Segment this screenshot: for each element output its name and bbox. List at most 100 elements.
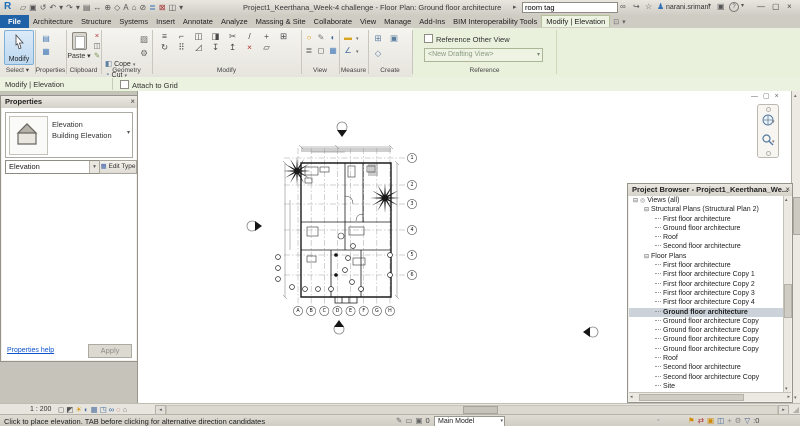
scroll-down-icon[interactable]: ▾ [794, 394, 797, 402]
select-by-face-icon[interactable]: ⚙ [735, 416, 742, 426]
thin-lines-toggle-icon[interactable]: ≣ [303, 44, 315, 57]
favorites-icon[interactable]: ☆ [645, 2, 652, 11]
browser-node[interactable]: First floor architecture [629, 261, 784, 270]
checkbox-box[interactable] [424, 34, 433, 43]
demolish-icon[interactable]: ⚙ [138, 46, 150, 60]
delete-element-icon[interactable]: × [241, 42, 258, 53]
properties-help-link[interactable]: Properties help [7, 347, 54, 354]
match-type-icon[interactable]: ✎ [92, 51, 102, 61]
browser-node[interactable]: First floor architecture Copy 4 [629, 298, 784, 307]
pin-icon[interactable]: ↧ [207, 42, 224, 53]
mirror-pick-axis-icon[interactable]: ◫ [190, 31, 207, 42]
filter-combo[interactable]: Elevation ▾ [5, 160, 100, 174]
switch-windows-icon[interactable]: ◫ [169, 1, 177, 14]
elevation-marker-top[interactable] [336, 121, 348, 137]
help-caret-icon[interactable]: ▾ [741, 2, 744, 9]
browser-node[interactable]: Ground floor architecture Copy [629, 345, 784, 354]
geometry-tool-cope[interactable]: ◧ Cope ▾ [105, 59, 135, 69]
geometry-side-icons[interactable]: ▨ ⚙ [138, 32, 150, 60]
view-scale[interactable]: 1 : 200 [30, 406, 51, 413]
browser-node[interactable]: First floor architecture Copy 1 [629, 270, 784, 279]
search-input[interactable] [522, 2, 618, 13]
mirror-draw-axis-icon[interactable]: ◨ [207, 31, 224, 42]
aligned-dimension-icon[interactable]: ⊕ [104, 1, 111, 14]
sync-icon[interactable]: ↺ [40, 1, 47, 14]
scroll-up-icon[interactable]: ▴ [794, 92, 797, 100]
elevation-marker-right[interactable] [583, 326, 599, 338]
type-selector[interactable]: Elevation Building Elevation ▾ [5, 112, 133, 158]
rotate-icon[interactable]: ↻ [156, 42, 173, 53]
tab-manage[interactable]: Manage [380, 15, 415, 28]
tab-collaborate[interactable]: Collaborate [310, 15, 356, 28]
copy-to-clipboard-icon[interactable]: ◫ [92, 41, 102, 51]
clipboard-small-icons[interactable]: × ◫ ✎ [92, 31, 102, 61]
user-caret-icon[interactable]: ▾ [708, 2, 711, 9]
zoom-caret-icon[interactable]: ▾ [772, 139, 775, 145]
section-icon[interactable]: ⊘ [139, 1, 146, 14]
search-icon[interactable]: ∞ [620, 2, 626, 11]
tab-file[interactable]: File [0, 15, 29, 28]
tab-architecture[interactable]: Architecture [29, 15, 77, 28]
measure-icon[interactable]: ↔ [93, 1, 101, 14]
browser-node[interactable]: Second floor architecture Copy [629, 373, 784, 382]
close-icon[interactable]: × [130, 96, 135, 108]
resize-grip[interactable]: ◢ [793, 405, 799, 414]
type-selector-caret-icon[interactable]: ▾ [127, 129, 130, 136]
user-name[interactable]: narani.srimani [666, 4, 710, 11]
browser-vertical-scrollbar[interactable]: ▴ ▾ [783, 196, 792, 393]
wheel-caret-icon[interactable]: ▾ [772, 119, 775, 125]
select-pinned-icon[interactable]: + [727, 416, 731, 426]
apply-button[interactable]: Apply [88, 344, 132, 358]
application-menu-button[interactable]: R [4, 1, 11, 12]
checkbox-box[interactable] [120, 80, 129, 89]
tab-systems[interactable]: Systems [115, 15, 152, 28]
view-restore-icon[interactable]: ▢ [763, 93, 770, 100]
tab-annotate[interactable]: Annotate [179, 15, 217, 28]
elevation-marker-left[interactable] [246, 220, 262, 232]
app-store-icon[interactable]: ▣ [717, 2, 725, 11]
modify-button[interactable]: Modify [4, 30, 34, 65]
measure-tape-icon[interactable]: ▬ ▾ [342, 31, 368, 44]
expand-icon[interactable]: ⊟ [644, 206, 649, 215]
paste-button[interactable] [72, 32, 87, 50]
tab-add-ins[interactable]: Add-Ins [415, 15, 449, 28]
save-icon[interactable]: ▣ [29, 1, 37, 14]
expand-icon[interactable]: ⊟ [633, 197, 638, 206]
browser-node[interactable]: ⊟ Structural Plans (Structural Plan 2) [629, 205, 784, 214]
reveal-lightbulb-icon[interactable]: ○ [303, 31, 315, 44]
select-links-icon[interactable]: ◫ [717, 416, 724, 426]
unpin-icon[interactable]: ↥ [224, 42, 241, 53]
scale-icon[interactable]: ◿ [190, 42, 207, 53]
panel-label-select[interactable]: Select ▾ [0, 66, 35, 76]
close-button[interactable]: × [787, 2, 792, 11]
redo-icon[interactable]: ↷ [66, 1, 73, 14]
browser-horizontal-scrollbar[interactable]: ◂ ▸ [629, 392, 791, 401]
combo-caret-icon[interactable]: ▾ [89, 161, 99, 173]
editing-requests-icon[interactable]: ▣ [707, 416, 714, 426]
redo-caret-icon[interactable]: ▾ [76, 1, 80, 14]
family-types-icon[interactable]: ▦ [40, 45, 52, 58]
move-icon[interactable]: + [258, 31, 275, 42]
tag-icon[interactable]: ◇ [114, 1, 120, 14]
browser-node[interactable]: ⊟ Floor Plans [629, 252, 784, 261]
browser-node[interactable]: Second floor architecture [629, 242, 784, 251]
floor-plan-building[interactable] [300, 162, 392, 304]
open-icon[interactable]: ▱ [20, 1, 26, 14]
browser-node[interactable]: First floor architecture Copy 3 [629, 289, 784, 298]
tab-bim-interoperability-tools[interactable]: BIM Interoperability Tools [449, 15, 541, 28]
restore-button[interactable]: ▢ [772, 2, 780, 11]
scroll-thumb[interactable] [784, 284, 792, 318]
elevation-marker-bottom[interactable] [333, 320, 345, 335]
scroll-up-icon[interactable]: ▴ [785, 196, 788, 204]
duplicate-view-icon[interactable]: ⊞ [370, 31, 386, 46]
close-icon[interactable]: × [785, 184, 790, 196]
tab-view[interactable]: View [356, 15, 380, 28]
browser-node[interactable]: Roof [629, 233, 784, 242]
browser-node[interactable]: ⊟ ◎ Views (all) [629, 196, 784, 205]
workset-panel-icon[interactable]: ▭ [405, 416, 412, 426]
default-3d-view-icon[interactable]: ⌂ [132, 1, 137, 14]
attach-to-grid-checkbox[interactable]: Attach to Grid [120, 80, 178, 90]
wall-joins-icon[interactable]: ▨ [138, 32, 150, 46]
browser-node[interactable]: Second floor architecture [629, 363, 784, 372]
worksharing-display-icon[interactable]: ⚑ [688, 416, 695, 426]
